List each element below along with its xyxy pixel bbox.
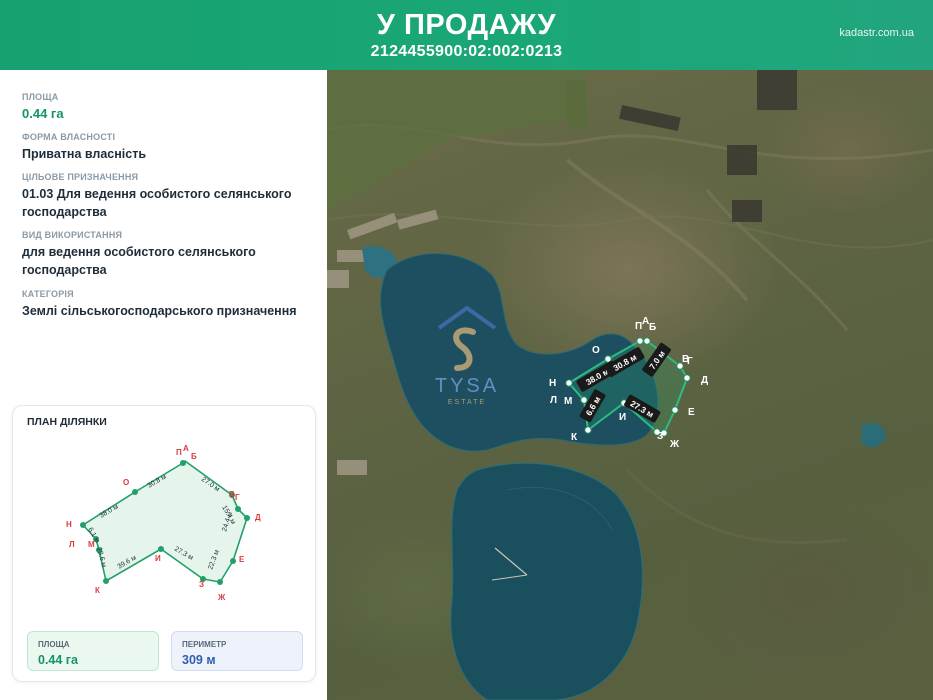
- page-title: У ПРОДАЖУ: [376, 9, 557, 41]
- plan-vertex-dot: [132, 489, 138, 495]
- plan-vertex-label: К: [95, 586, 100, 595]
- plan-vertex-dot: [230, 558, 236, 564]
- plan-vertex-label: Б: [191, 452, 197, 461]
- listing-page: У ПРОДАЖУ 2124455900:02:002:0213 kadastr…: [0, 0, 933, 700]
- plan-vertex-dot: [103, 578, 109, 584]
- map-vertex-label: И: [619, 412, 626, 423]
- map-vertex-label: Е: [688, 407, 695, 418]
- plan-vertex-dot: [217, 579, 223, 585]
- satellite-map[interactable]: TYSA ESTATE 38.0 м 30.8 м 7.0 м 27.3 м 6…: [327, 70, 933, 700]
- usage-value: для ведення особистого селянського госпо…: [22, 245, 256, 277]
- usage-label: ВИД ВИКОРИСТАННЯ: [22, 230, 123, 240]
- stat-perimeter-label: ПЕРИМЕТР: [182, 640, 227, 649]
- plan-card: ПЛАН ДІЛЯНКИ Н О П А Б В Г Д Е Ж З И К Л…: [12, 405, 316, 682]
- plan-vertex-dot: [80, 522, 86, 528]
- category-value: Землі сільськогосподарського призначення: [22, 304, 297, 318]
- map-vertex-label: З: [657, 431, 663, 442]
- map-vertex-label: О: [592, 345, 600, 356]
- category-label: КАТЕГОРІЯ: [22, 289, 74, 299]
- map-vertex-label: Л: [550, 395, 557, 406]
- upper-lake: [380, 253, 659, 452]
- plan-vertex-dot: [235, 506, 241, 512]
- logo-text: TYSA: [435, 375, 499, 397]
- plan-vertex-label: Е: [239, 555, 245, 564]
- perimeter-stat: ПЕРИМЕТР 309 м: [171, 631, 303, 671]
- plan-vertex-label: П: [176, 448, 182, 457]
- field-area: [327, 70, 587, 210]
- category-field: КАТЕГОРІЯ Землі сільськогосподарського п…: [22, 289, 317, 320]
- logo-subtext: ESTATE: [448, 399, 486, 406]
- plan-vertex-label: Д: [255, 513, 261, 522]
- area-field: ПЛОЩА 0.44 га: [22, 92, 317, 123]
- ownership-field: ФОРМА ВЛАСНОСТІ Приватна власність: [22, 132, 317, 163]
- stat-perimeter-value: 309 м: [182, 653, 216, 667]
- plan-vertex-label: О: [123, 478, 129, 487]
- plan-vertex-dot: [180, 460, 186, 466]
- plan-vertex-label: А: [183, 444, 189, 453]
- plan-vertex-label: З: [199, 580, 204, 589]
- right-pond: [861, 423, 886, 447]
- plan-vertex-label: И: [155, 554, 161, 563]
- map-vertex-label: Г: [687, 356, 693, 367]
- purpose-value: 01.03 Для ведення особистого селянського…: [22, 187, 292, 219]
- purpose-label: ЦІЛЬОВЕ ПРИЗНАЧЕННЯ: [22, 172, 139, 182]
- purpose-field: ЦІЛЬОВЕ ПРИЗНАЧЕННЯ 01.03 Для ведення ос…: [22, 172, 317, 221]
- plan-vertex-label: Ж: [217, 593, 226, 602]
- map-vertex-label: Д: [701, 375, 708, 386]
- usage-field: ВИД ВИКОРИСТАННЯ для ведення особистого …: [22, 230, 317, 279]
- map-vertex-label: Н: [549, 378, 556, 389]
- site-link[interactable]: kadastr.com.ua: [839, 27, 914, 39]
- buildings: [567, 70, 797, 222]
- ownership-label: ФОРМА ВЛАСНОСТІ: [22, 132, 116, 142]
- plan-vertex-dot: [244, 515, 250, 521]
- lower-lake: [450, 462, 644, 700]
- map-vertex-label: М: [564, 396, 572, 407]
- map-vertex-label: Б: [649, 322, 656, 333]
- header-banner: У ПРОДАЖУ 2124455900:02:002:0213 kadastr…: [0, 0, 933, 70]
- map-overlay: TYSA ESTATE 38.0 м 30.8 м 7.0 м 27.3 м 6…: [327, 70, 933, 700]
- cadastral-number: 2124455900:02:002:0213: [370, 43, 563, 60]
- plan-vertex-dot: [158, 546, 164, 552]
- plan-vertex-label: Н: [66, 520, 72, 529]
- area-stat: ПЛОЩА 0.44 га: [27, 631, 159, 671]
- stat-area-value: 0.44 га: [38, 653, 78, 667]
- plan-vertex-label: Г: [235, 493, 240, 502]
- area-value: 0.44 га: [22, 106, 64, 121]
- map-vertex-label: Ж: [669, 439, 680, 450]
- stat-area-label: ПЛОЩА: [38, 640, 70, 649]
- area-label: ПЛОЩА: [22, 92, 59, 102]
- map-vertex-label: К: [571, 432, 578, 443]
- plan-vertex-label: Л: [69, 540, 75, 549]
- ownership-value: Приватна власність: [22, 147, 147, 161]
